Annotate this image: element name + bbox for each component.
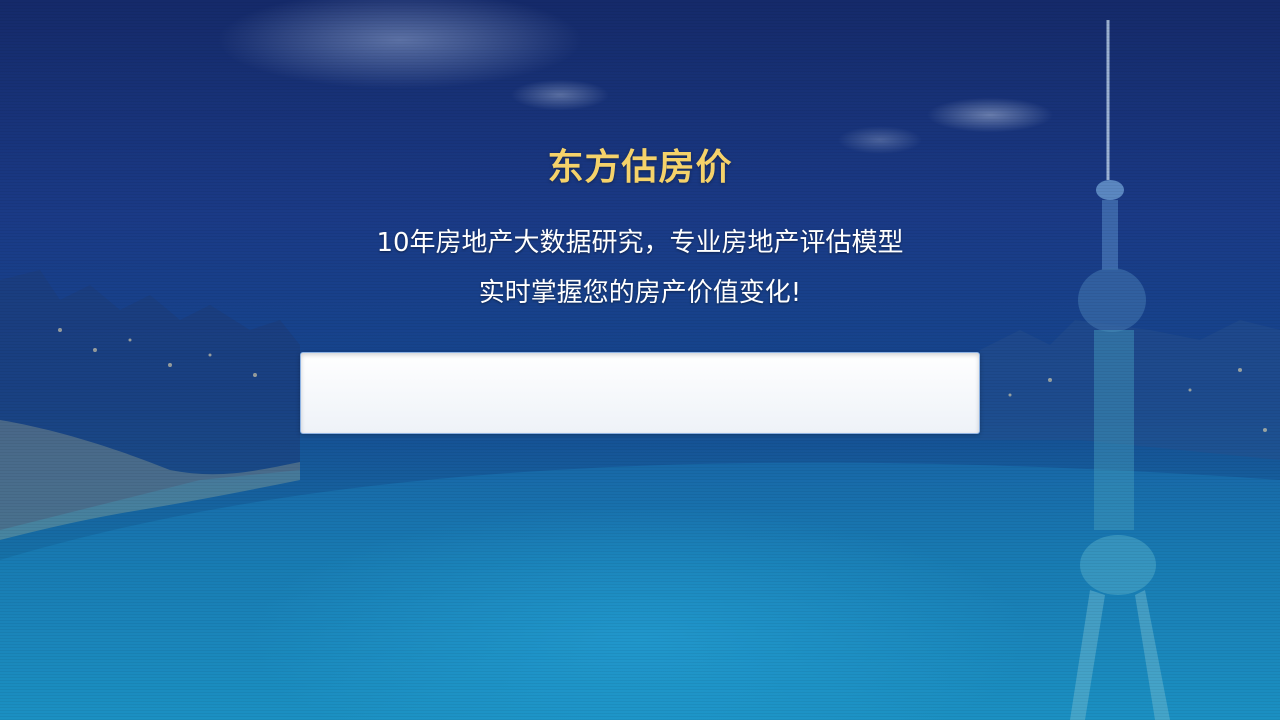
subtitle-line-2: 实时掌握您的房产价值变化! <box>478 278 802 308</box>
subtitle-line-1: 10年房地产大数据研究，专业房地产评估模型 <box>376 228 904 258</box>
hero-section: 东方估房价 10年房地产大数据研究，专业房地产评估模型 实时掌握您的房产价值变化… <box>0 0 1280 720</box>
page-title: 东方估房价 <box>547 147 733 188</box>
search-input[interactable] <box>300 352 980 434</box>
